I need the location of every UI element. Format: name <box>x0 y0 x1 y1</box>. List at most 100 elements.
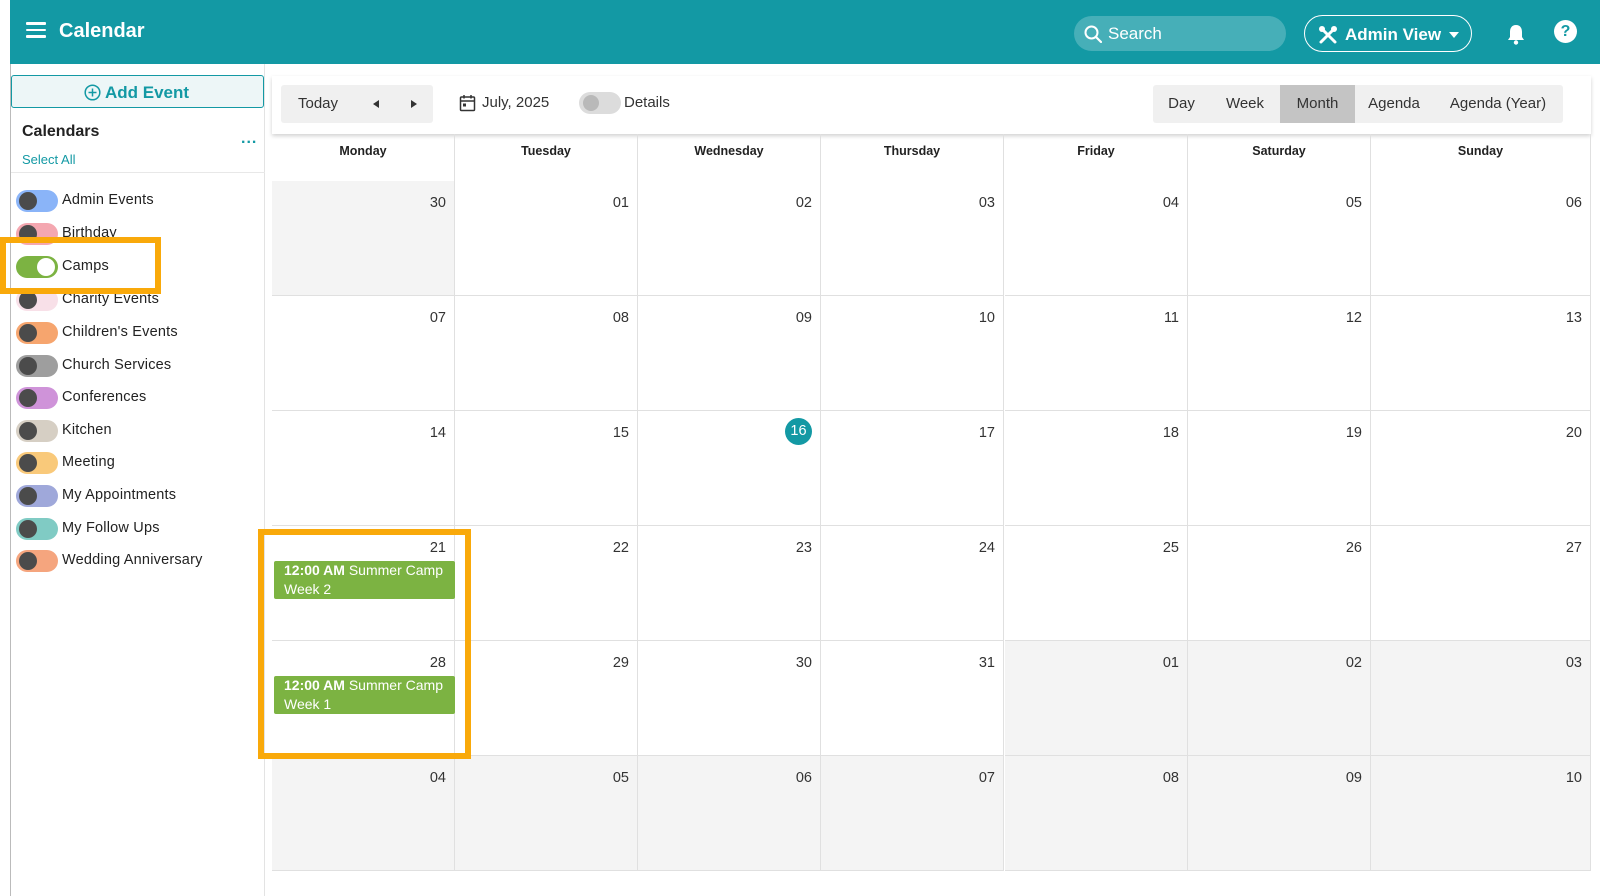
day-cell[interactable]: 07 <box>821 756 1004 871</box>
calendar-toggle[interactable] <box>16 223 58 245</box>
select-all-link[interactable]: Select All <box>22 152 75 167</box>
calendar-item[interactable]: Admin Events <box>16 188 256 212</box>
calendar-name: Admin Events <box>62 192 154 208</box>
details-toggle[interactable] <box>579 92 621 114</box>
tools-icon <box>1319 26 1337 44</box>
calendar-item[interactable]: Wedding Anniversary <box>16 548 256 572</box>
view-tab[interactable]: Week <box>1210 85 1280 123</box>
day-cell[interactable]: 11 <box>1005 296 1188 411</box>
day-cell[interactable]: 01 <box>1005 641 1188 756</box>
event-chip[interactable]: 12:00 AM Summer Camp Week 2 <box>274 561 455 599</box>
menu-icon[interactable] <box>26 22 46 38</box>
day-cell[interactable]: 03 <box>1371 641 1591 756</box>
day-number: 12 <box>1345 310 1362 326</box>
day-cell[interactable]: 27 <box>1371 526 1591 641</box>
calendar-toggle[interactable] <box>16 289 58 311</box>
admin-view-button[interactable]: Admin View <box>1304 15 1472 52</box>
day-cell[interactable]: 30 <box>638 641 821 756</box>
day-cell[interactable]: 05 <box>455 756 638 871</box>
calendar-item[interactable]: Conferences <box>16 385 256 409</box>
calendar-item[interactable]: Church Services <box>16 353 256 377</box>
day-cell[interactable]: 29 <box>455 641 638 756</box>
day-cell[interactable]: 15 <box>455 411 638 526</box>
calendar-toggle[interactable] <box>16 256 58 278</box>
day-number: 18 <box>1162 425 1179 441</box>
chevron-down-icon <box>1449 32 1459 38</box>
calendar-toggle[interactable] <box>16 485 58 507</box>
day-number: 21 <box>429 540 446 556</box>
day-cell[interactable]: 01 <box>455 181 638 296</box>
event-chip[interactable]: 12:00 AM Summer Camp Week 1 <box>274 676 455 714</box>
calendar-main: Today July, 2025 Details Day Week Month Age… <box>272 76 1591 896</box>
day-cell[interactable]: 16 <box>638 411 821 526</box>
day-cell[interactable]: 31 <box>821 641 1004 756</box>
view-tab[interactable]: Agenda (Year) <box>1433 85 1563 123</box>
calendar-item[interactable]: Camps <box>16 254 256 278</box>
day-cell[interactable]: 30 <box>272 181 455 296</box>
calendar-toggle[interactable] <box>16 355 58 377</box>
calendar-item[interactable]: Children's Events <box>16 320 256 344</box>
calendar-item[interactable]: My Appointments <box>16 483 256 507</box>
view-tab[interactable]: Day <box>1153 85 1210 123</box>
calendar-toggle[interactable] <box>16 550 58 572</box>
help-icon[interactable]: ? <box>1554 20 1577 43</box>
calendar-name: Wedding Anniversary <box>62 552 203 568</box>
search-box[interactable] <box>1074 16 1286 51</box>
day-cell[interactable]: 06 <box>1371 181 1591 296</box>
calendar-toggle[interactable] <box>16 190 58 212</box>
search-input[interactable] <box>1108 22 1278 45</box>
day-cell[interactable]: 04 <box>1005 181 1188 296</box>
day-number: 14 <box>429 425 446 441</box>
more-options-icon[interactable]: ... <box>241 130 257 148</box>
day-cell[interactable]: 21 12:00 AM Summer Camp Week 2 <box>272 526 455 641</box>
next-arrow-icon[interactable] <box>411 100 417 108</box>
day-cell[interactable]: 04 <box>272 756 455 871</box>
calendar-toggle[interactable] <box>16 518 58 540</box>
view-tab[interactable]: Agenda <box>1355 85 1433 123</box>
calendar-item[interactable]: My Follow Ups <box>16 516 256 540</box>
calendar-toggle[interactable] <box>16 420 58 442</box>
calendar-item[interactable]: Birthday <box>16 221 256 245</box>
today-button[interactable]: Today <box>298 95 338 112</box>
day-cell[interactable]: 08 <box>1005 756 1188 871</box>
calendar-toggle[interactable] <box>16 387 58 409</box>
view-tab[interactable]: Month <box>1280 85 1355 123</box>
calendar-item[interactable]: Kitchen <box>16 418 256 442</box>
day-cell[interactable]: 25 <box>1005 526 1188 641</box>
day-cell[interactable]: 14 <box>272 411 455 526</box>
day-cell[interactable]: 18 <box>1005 411 1188 526</box>
day-cell[interactable]: 09 <box>1188 756 1371 871</box>
day-cell[interactable]: 22 <box>455 526 638 641</box>
day-cell[interactable]: 09 <box>638 296 821 411</box>
day-cell[interactable]: 17 <box>821 411 1004 526</box>
add-event-button[interactable]: Add Event <box>11 75 264 108</box>
day-cell[interactable]: 20 <box>1371 411 1591 526</box>
day-cell[interactable]: 02 <box>638 181 821 296</box>
day-cell[interactable]: 19 <box>1188 411 1371 526</box>
day-cell[interactable]: 26 <box>1188 526 1371 641</box>
calendar-item[interactable]: Meeting <box>16 450 256 474</box>
calendar-item[interactable]: Charity Events <box>16 287 256 311</box>
day-cell[interactable]: 10 <box>1371 756 1591 871</box>
day-cell[interactable]: 13 <box>1371 296 1591 411</box>
day-number: 02 <box>1345 655 1362 671</box>
day-number: 06 <box>795 770 812 786</box>
calendar-toggle[interactable] <box>16 322 58 344</box>
day-cell[interactable]: 08 <box>455 296 638 411</box>
day-cell[interactable]: 05 <box>1188 181 1371 296</box>
day-cell[interactable]: 02 <box>1188 641 1371 756</box>
day-cell[interactable]: 06 <box>638 756 821 871</box>
bell-icon[interactable] <box>1506 23 1526 45</box>
day-cell[interactable]: 07 <box>272 296 455 411</box>
day-cell[interactable]: 28 12:00 AM Summer Camp Week 1 <box>272 641 455 756</box>
day-cell[interactable]: 12 <box>1188 296 1371 411</box>
calendar-toggle[interactable] <box>16 452 58 474</box>
day-cell[interactable]: 24 <box>821 526 1004 641</box>
prev-arrow-icon[interactable] <box>373 100 379 108</box>
day-number: 22 <box>612 540 629 556</box>
day-cell[interactable]: 23 <box>638 526 821 641</box>
day-number: 07 <box>429 310 446 326</box>
day-cell[interactable]: 10 <box>821 296 1004 411</box>
day-number: 03 <box>1565 655 1582 671</box>
day-cell[interactable]: 03 <box>821 181 1004 296</box>
